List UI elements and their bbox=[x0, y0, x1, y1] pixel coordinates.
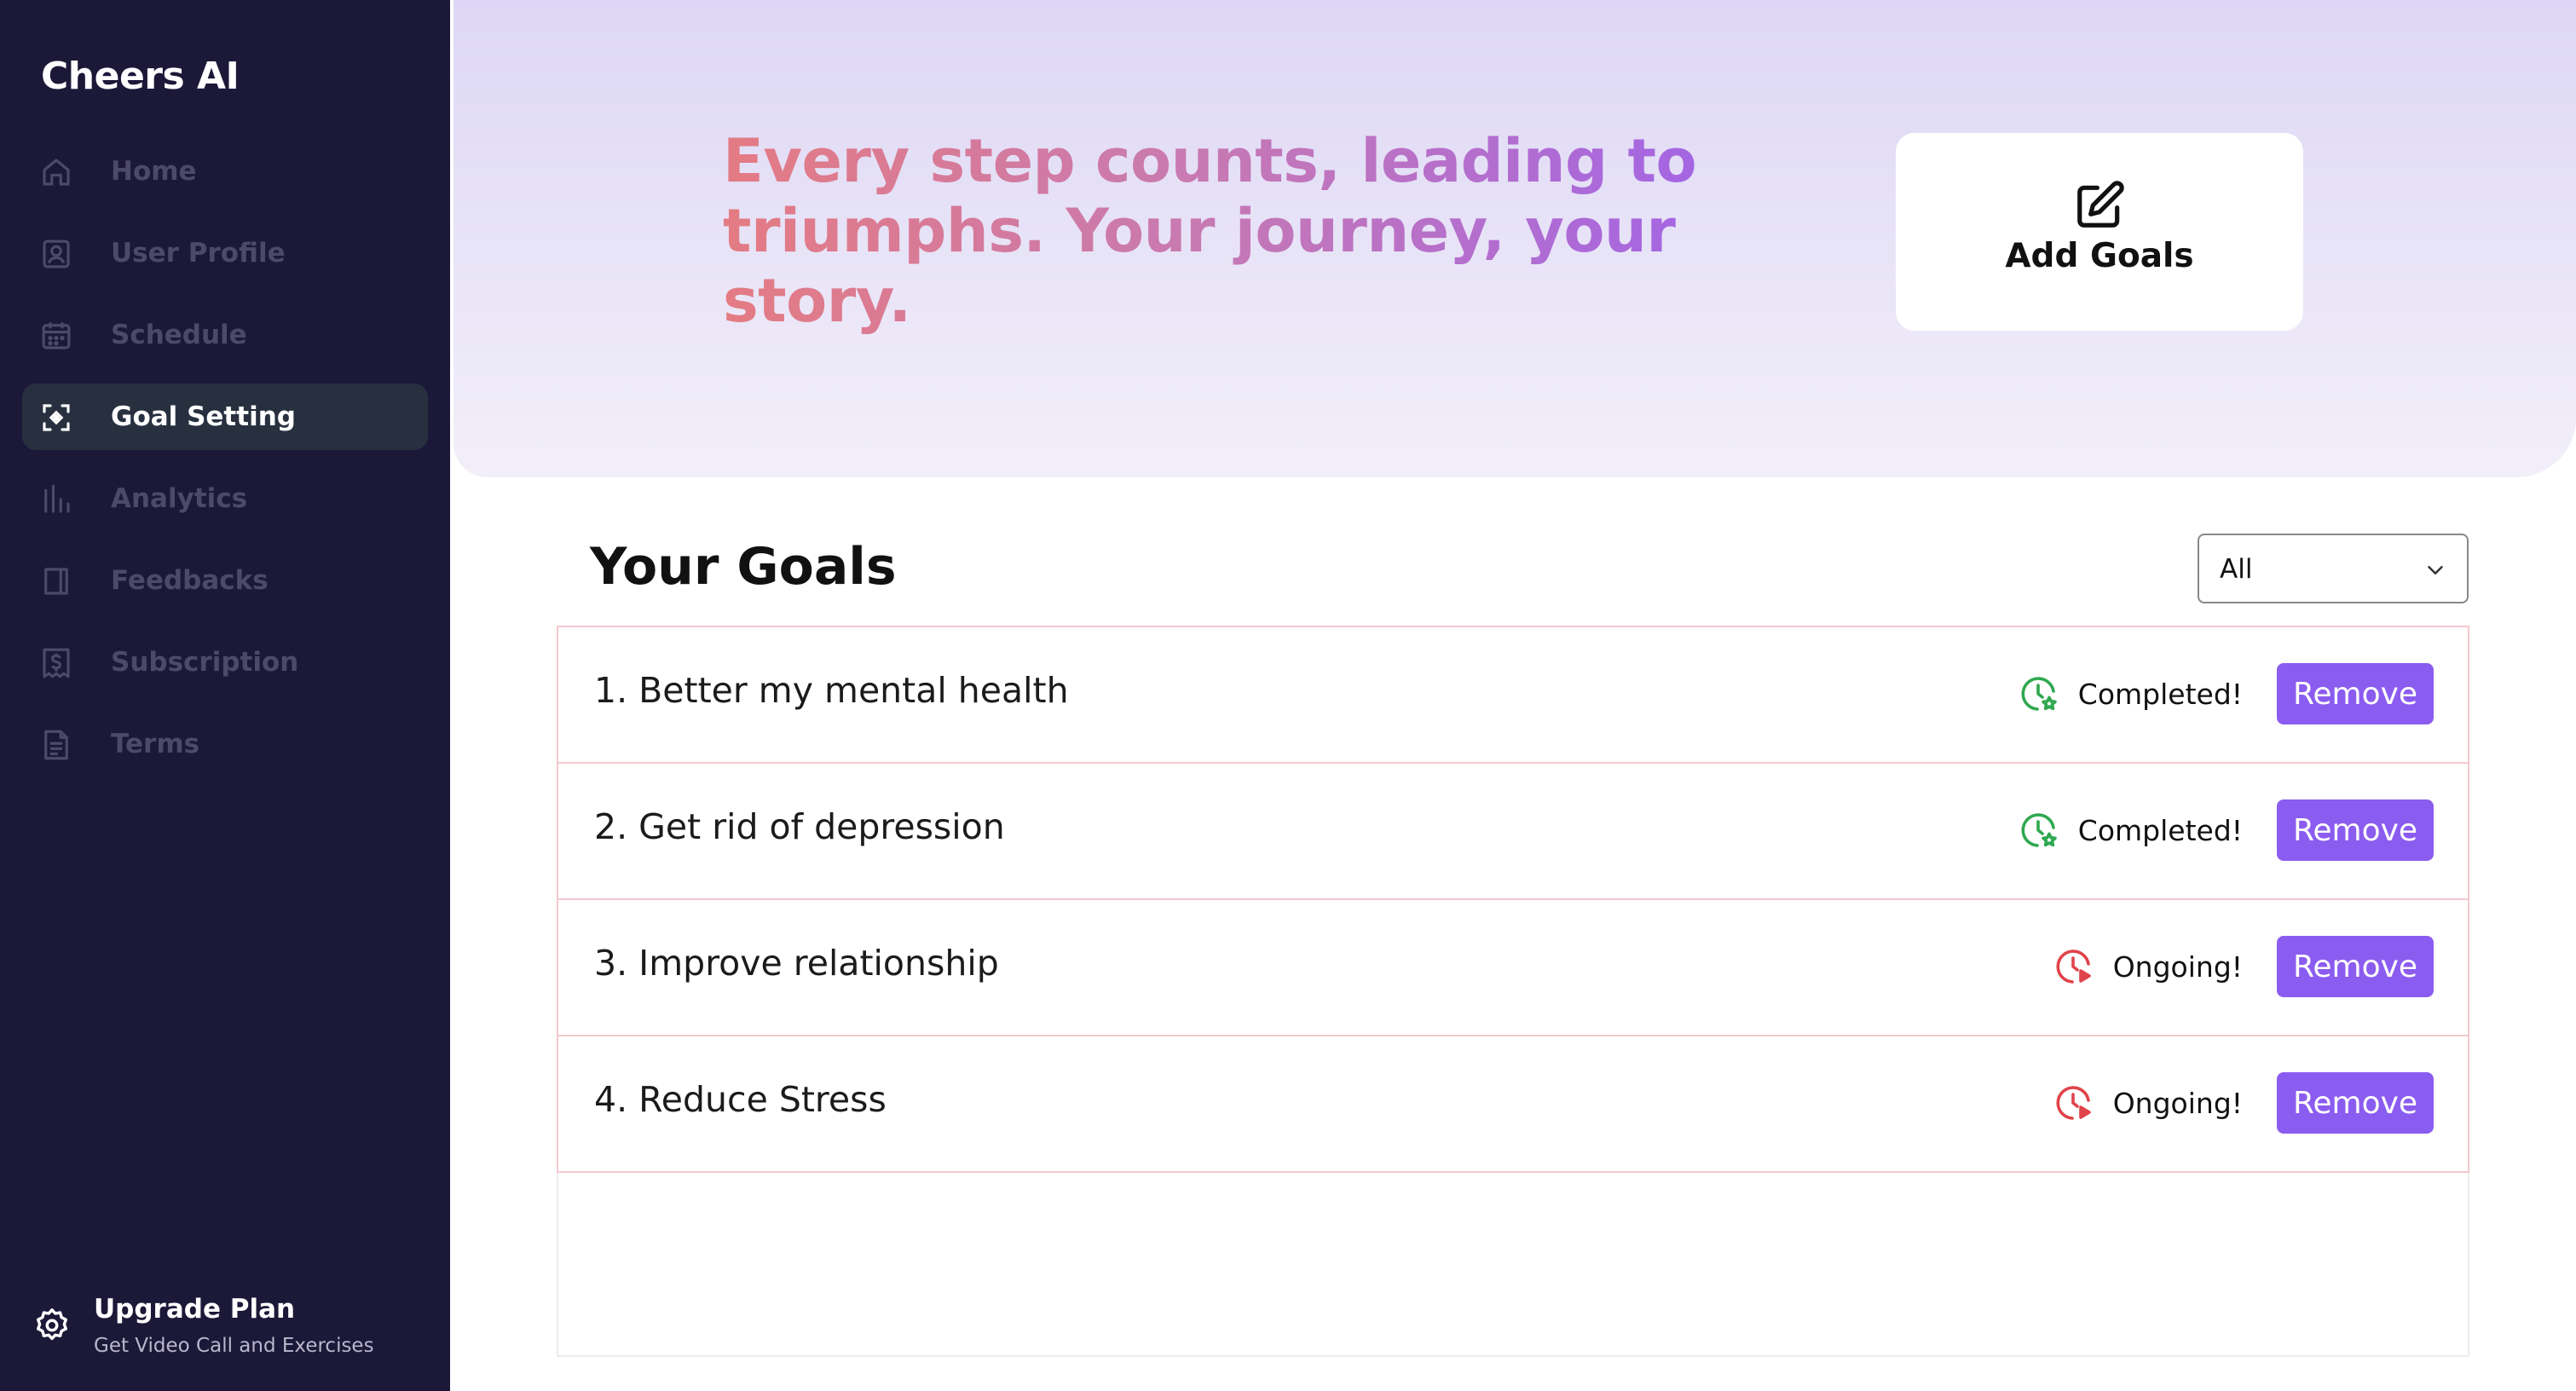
remove-goal-button[interactable]: Remove bbox=[2277, 936, 2434, 997]
goal-status: Completed! bbox=[2019, 673, 2243, 714]
remove-goal-button[interactable]: Remove bbox=[2277, 799, 2434, 861]
upgrade-plan-subtitle: Get Video Call and Exercises bbox=[94, 1335, 374, 1357]
clock-ongoing-icon bbox=[2053, 946, 2094, 987]
goals-heading: Your Goals bbox=[590, 537, 897, 597]
bar-chart-icon bbox=[38, 481, 75, 518]
sidebar-item-subscription[interactable]: Subscription bbox=[22, 629, 428, 696]
goal-name: 1. Better my mental health bbox=[594, 670, 1069, 711]
sidebar-item-label: Schedule bbox=[111, 320, 247, 350]
sidebar-item-label: Goal Setting bbox=[111, 401, 296, 432]
add-goals-label: Add Goals bbox=[2005, 237, 2194, 275]
sidebar: Cheers AI Home User Profile Schedule Goa… bbox=[0, 0, 450, 1391]
home-icon bbox=[38, 153, 75, 191]
sidebar-item-label: User Profile bbox=[111, 238, 286, 268]
sidebar-item-label: Home bbox=[111, 156, 197, 187]
book-icon bbox=[38, 563, 75, 600]
goal-filter-value: All bbox=[2220, 554, 2253, 585]
remove-goal-button[interactable]: Remove bbox=[2277, 1072, 2434, 1134]
goal-name: 2. Get rid of depression bbox=[594, 806, 1005, 847]
sidebar-item-goal-setting[interactable]: Goal Setting bbox=[22, 384, 428, 450]
goal-status: Completed! bbox=[2019, 810, 2243, 851]
goal-row: 1. Better my mental health Completed! Re… bbox=[557, 626, 2469, 764]
target-icon bbox=[38, 399, 75, 436]
dollar-receipt-icon bbox=[38, 644, 75, 682]
sidebar-item-feedbacks[interactable]: Feedbacks bbox=[22, 547, 428, 614]
sidebar-item-home[interactable]: Home bbox=[22, 138, 428, 205]
sidebar-item-label: Analytics bbox=[111, 483, 248, 514]
hero-headline: Every step counts, leading to triumphs. … bbox=[723, 126, 1729, 336]
goal-status: Ongoing! bbox=[2053, 946, 2243, 987]
sidebar-item-label: Subscription bbox=[111, 647, 299, 678]
user-profile-icon bbox=[38, 235, 75, 273]
goal-status-text: Ongoing! bbox=[2112, 1086, 2243, 1120]
calendar-icon bbox=[38, 317, 75, 355]
sidebar-item-terms[interactable]: Terms bbox=[22, 711, 428, 777]
goal-filter-select[interactable]: All bbox=[2198, 534, 2469, 603]
sidebar-item-user-profile[interactable]: User Profile bbox=[22, 220, 428, 286]
document-icon bbox=[38, 726, 75, 764]
goals-list: 1. Better my mental health Completed! Re… bbox=[557, 626, 2469, 1357]
clock-ongoing-icon bbox=[2053, 1082, 2094, 1123]
chevron-down-icon bbox=[2423, 557, 2448, 583]
goal-row: 3. Improve relationship Ongoing! Remove bbox=[557, 898, 2469, 1036]
add-goals-button[interactable]: Add Goals bbox=[1896, 133, 2303, 331]
remove-goal-button[interactable]: Remove bbox=[2277, 663, 2434, 724]
sidebar-nav: Home User Profile Schedule Goal Setting … bbox=[22, 138, 428, 793]
brand-logo: Cheers AI bbox=[41, 55, 240, 98]
edit-icon bbox=[2073, 179, 2126, 232]
goal-status-text: Completed! bbox=[2077, 677, 2243, 711]
clock-completed-icon bbox=[2019, 810, 2059, 851]
goal-row: 2. Get rid of depression Completed! Remo… bbox=[557, 762, 2469, 900]
goal-status-text: Ongoing! bbox=[2112, 949, 2243, 984]
hero-banner: Every step counts, leading to triumphs. … bbox=[453, 0, 2576, 477]
sidebar-item-analytics[interactable]: Analytics bbox=[22, 465, 428, 532]
upgrade-plan-title: Upgrade Plan bbox=[94, 1294, 296, 1325]
goal-name: 3. Improve relationship bbox=[594, 943, 999, 984]
sidebar-item-label: Terms bbox=[111, 729, 200, 759]
clock-completed-icon bbox=[2019, 673, 2059, 714]
goal-name: 4. Reduce Stress bbox=[594, 1079, 887, 1120]
goal-row: 4. Reduce Stress Ongoing! Remove bbox=[557, 1035, 2469, 1173]
goal-status: Ongoing! bbox=[2053, 1082, 2243, 1123]
sidebar-item-schedule[interactable]: Schedule bbox=[22, 302, 428, 368]
gear-icon bbox=[32, 1306, 73, 1347]
goal-status-text: Completed! bbox=[2077, 813, 2243, 847]
sidebar-item-label: Feedbacks bbox=[111, 565, 269, 596]
